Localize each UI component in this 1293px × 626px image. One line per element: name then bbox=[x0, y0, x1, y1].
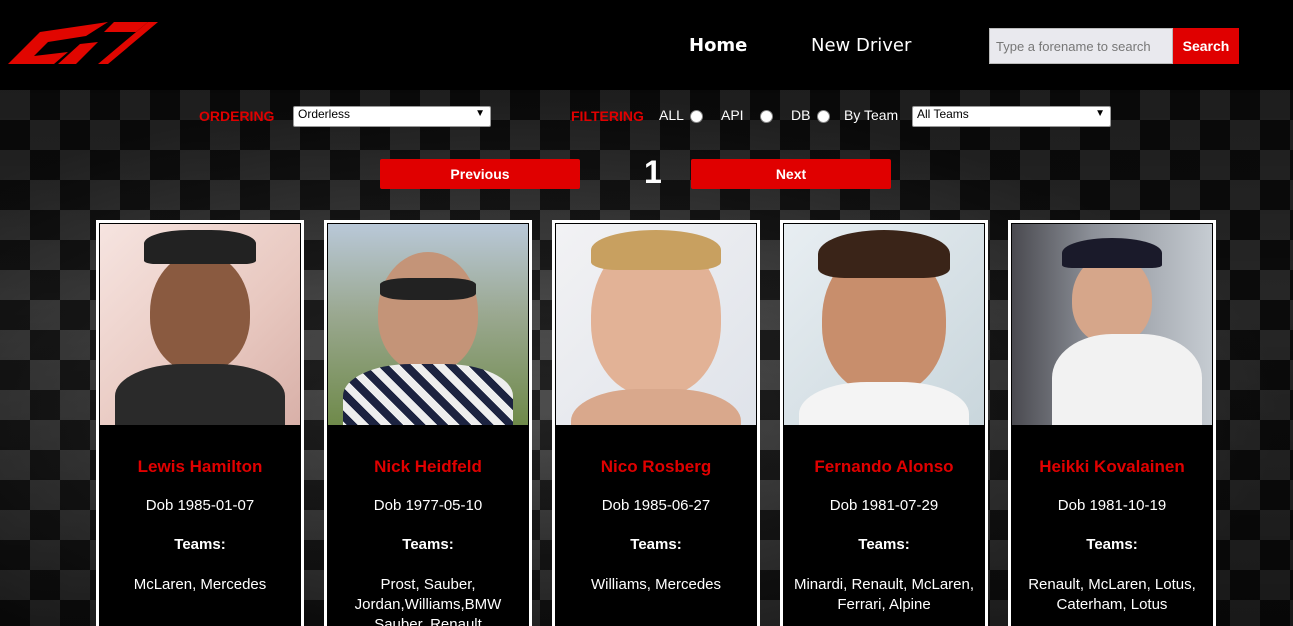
driver-photo bbox=[100, 224, 300, 425]
search-button[interactable]: Search bbox=[1173, 28, 1239, 64]
team-select[interactable]: All Teams ▼ bbox=[912, 106, 1111, 127]
teams-label: Teams: bbox=[402, 536, 454, 553]
driver-name[interactable]: Lewis Hamilton bbox=[99, 457, 301, 477]
radio-db[interactable] bbox=[817, 110, 830, 123]
radio-api-label: API bbox=[721, 107, 744, 123]
driver-card[interactable]: Nico Rosberg Dob 1985-06-27 Teams: Willi… bbox=[552, 220, 760, 626]
nav-new-driver-link[interactable]: New Driver bbox=[811, 35, 911, 56]
driver-photo bbox=[1012, 224, 1212, 425]
previous-button[interactable]: Previous bbox=[380, 159, 580, 189]
teams-label: Teams: bbox=[858, 536, 910, 553]
driver-photo bbox=[328, 224, 528, 425]
search-input[interactable] bbox=[989, 28, 1173, 64]
ordering-label: ORDERING bbox=[199, 108, 275, 124]
driver-name[interactable]: Heikki Kovalainen bbox=[1011, 457, 1213, 477]
driver-name[interactable]: Fernando Alonso bbox=[783, 457, 985, 477]
by-team-label: By Team bbox=[844, 107, 899, 123]
radio-all-label: ALL bbox=[659, 107, 684, 123]
f1-logo-icon[interactable] bbox=[8, 22, 158, 64]
next-button[interactable]: Next bbox=[691, 159, 891, 189]
filtering-label: FILTERING bbox=[571, 108, 644, 124]
top-navbar: Home New Driver Search bbox=[0, 0, 1293, 90]
driver-photo bbox=[556, 224, 756, 425]
driver-card[interactable]: Nick Heidfeld Dob 1977-05-10 Teams: Pros… bbox=[324, 220, 532, 626]
driver-dob: Dob 1985-01-07 bbox=[145, 497, 255, 514]
driver-dob: Dob 1981-10-19 bbox=[1057, 497, 1167, 514]
teams-label: Teams: bbox=[630, 536, 682, 553]
ordering-select[interactable]: Orderless ▼ bbox=[293, 106, 491, 127]
radio-db-label: DB bbox=[791, 107, 811, 123]
teams-label: Teams: bbox=[174, 536, 226, 553]
driver-card[interactable]: Lewis Hamilton Dob 1985-01-07 Teams: McL… bbox=[96, 220, 304, 626]
driver-teams: McLaren, Mercedes bbox=[133, 576, 267, 593]
driver-card[interactable]: Fernando Alonso Dob 1981-07-29 Teams: Mi… bbox=[780, 220, 988, 626]
driver-photo bbox=[784, 224, 984, 425]
radio-api[interactable] bbox=[760, 110, 773, 123]
driver-card[interactable]: Heikki Kovalainen Dob 1981-10-19 Teams: … bbox=[1008, 220, 1216, 626]
driver-name[interactable]: Nico Rosberg bbox=[555, 457, 757, 477]
chevron-down-icon: ▼ bbox=[1095, 108, 1105, 119]
driver-name[interactable]: Nick Heidfeld bbox=[327, 457, 529, 477]
driver-teams: Williams, Mercedes bbox=[590, 576, 722, 593]
ordering-select-value: Orderless bbox=[298, 107, 351, 121]
driver-teams: Prost, Sauber, Jordan,Williams,BMW Saube… bbox=[354, 576, 502, 626]
radio-all[interactable] bbox=[690, 110, 703, 123]
nav-home-link[interactable]: Home bbox=[689, 35, 747, 56]
page-number: 1 bbox=[644, 154, 662, 190]
driver-dob: Dob 1981-07-29 bbox=[829, 497, 939, 514]
team-select-value: All Teams bbox=[917, 107, 969, 121]
chevron-down-icon: ▼ bbox=[475, 108, 485, 119]
driver-dob: Dob 1985-06-27 bbox=[601, 497, 711, 514]
driver-teams: Renault, McLaren, Lotus, Caterham, Lotus bbox=[1028, 576, 1196, 613]
driver-dob: Dob 1977-05-10 bbox=[373, 497, 483, 514]
teams-label: Teams: bbox=[1086, 536, 1138, 553]
driver-teams: Minardi, Renault, McLaren, Ferrari, Alpi… bbox=[793, 576, 975, 613]
